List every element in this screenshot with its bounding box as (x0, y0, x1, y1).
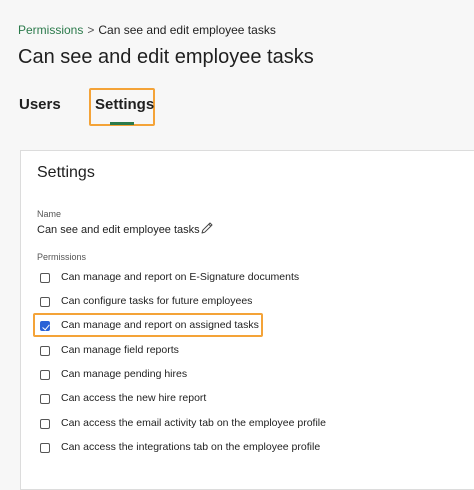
settings-card-title: Settings (37, 164, 95, 181)
permissions-label: Permissions (37, 252, 87, 262)
active-tab-indicator (110, 122, 134, 125)
permission-checkbox[interactable] (40, 443, 50, 453)
tab-users[interactable]: Users (19, 96, 61, 113)
permission-label: Can access the new hire report (61, 392, 207, 404)
permission-label: Can manage pending hires (61, 368, 188, 380)
page-title: Can see and edit employee tasks (18, 46, 314, 68)
assigned-tasks-highlight (33, 313, 263, 337)
breadcrumb-current: Can see and edit employee tasks (98, 23, 276, 37)
permission-label: Can manage and report on E-Signature doc… (61, 271, 300, 283)
permission-checkbox[interactable] (40, 346, 50, 356)
breadcrumb-separator: > (87, 23, 95, 37)
permission-checkbox[interactable] (40, 273, 50, 283)
name-value: Can see and edit employee tasks (37, 224, 200, 236)
permission-label: Can manage field reports (61, 344, 179, 356)
permission-label: Can configure tasks for future employees (61, 295, 253, 307)
name-label: Name (37, 209, 62, 219)
tab-bar: Users Settings (0, 88, 474, 128)
permission-label: Can access the email activity tab on the… (61, 417, 326, 429)
permission-checkbox[interactable] (40, 370, 50, 380)
permission-label: Can access the integrations tab on the e… (61, 441, 321, 453)
permission-checkbox[interactable] (40, 394, 50, 404)
pencil-icon[interactable] (199, 220, 215, 236)
tab-settings[interactable]: Settings (95, 96, 154, 113)
permission-checkbox[interactable] (40, 419, 50, 429)
breadcrumb-permissions-link[interactable]: Permissions (18, 23, 83, 37)
breadcrumb: Permissions > Can see and edit employee ta… (18, 23, 276, 37)
permission-checkbox[interactable] (40, 297, 50, 307)
